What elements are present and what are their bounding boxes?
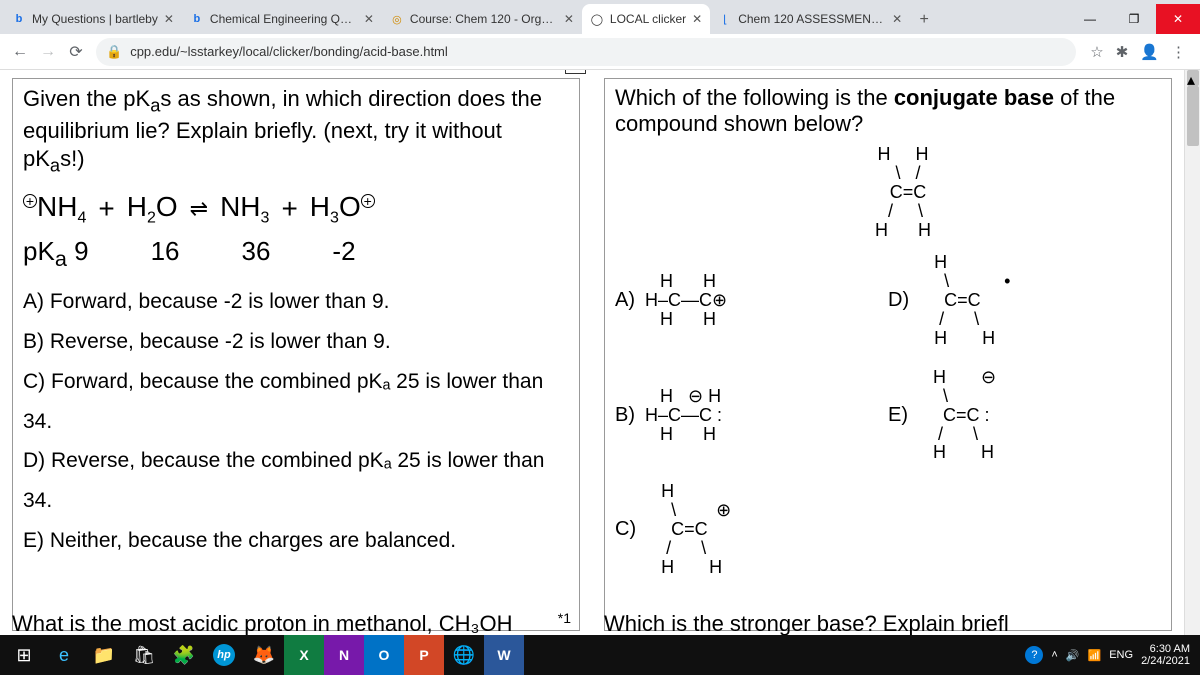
close-icon[interactable]: ✕ — [164, 12, 174, 26]
option-b[interactable]: B) Reverse, because -2 is lower than 9. — [23, 322, 569, 362]
reload-button[interactable]: ⟳ — [62, 38, 90, 66]
extension-icon[interactable]: ✱ — [1116, 43, 1129, 61]
next-slide-peek: What is the most acidic proton in methan… — [12, 611, 513, 637]
menu-icon[interactable]: ⋮ — [1171, 43, 1186, 61]
taskbar-app-chrome[interactable]: 🌐 — [444, 635, 484, 675]
tray-clock[interactable]: 6:30 AM 2/24/2021 — [1141, 643, 1190, 667]
slide-conjugate-base-question: Which of the following is the conjugate … — [592, 70, 1184, 639]
option-d[interactable]: D) Reverse, because the combined pKₐ 25 … — [23, 441, 569, 521]
question-prompt: Which of the following is the conjugate … — [615, 85, 1161, 137]
tray-wifi-icon[interactable]: 📶 — [1088, 649, 1102, 662]
close-icon[interactable]: ✕ — [692, 12, 702, 26]
favicon: ⌊ — [718, 12, 732, 26]
equilibrium-equation: +NH4 + H2O ⇌ NH3 + H3O+ — [23, 191, 569, 228]
tab-course-chem120[interactable]: ◎ Course: Chem 120 - Organic Ch ✕ — [382, 4, 582, 34]
option-a[interactable]: A) Forward, because -2 is lower than 9. — [23, 282, 569, 322]
profile-avatar[interactable]: 👤 — [1140, 43, 1159, 61]
favicon: b — [12, 12, 26, 26]
tab-title: Chem 120 ASSESSMENT - ACID — [738, 12, 886, 26]
option-a[interactable]: A) H H H–C—C⊕ H H — [615, 253, 888, 347]
taskbar-app-hp[interactable]: hp — [204, 635, 244, 675]
system-tray: ? ˄ 🔊 📶 ENG 6:30 AM 2/24/2021 — [1025, 643, 1196, 667]
tab-title: My Questions | bartleby — [32, 12, 158, 26]
tab-local-clicker[interactable]: ◯ LOCAL clicker ✕ — [582, 4, 710, 34]
next-slide-peek: Which is the stronger base? Explain brie… — [604, 611, 1009, 637]
tab-title: LOCAL clicker — [610, 12, 686, 26]
vertical-scrollbar[interactable]: ▴ — [1184, 70, 1200, 655]
windows-taskbar: ⊞ e 📁 🛍 🧩 hp 🦊 X N O P 🌐 W ? ˄ 🔊 📶 ENG 6… — [0, 635, 1200, 675]
favicon: ◯ — [590, 12, 604, 26]
slide-equilibrium-question: *1 Given the pKas as shown, in which dir… — [0, 70, 592, 639]
taskbar-app-puzzle[interactable]: 🧩 — [164, 635, 204, 675]
option-b[interactable]: B) H ⊖ H H–C—C : H H — [615, 368, 888, 462]
new-tab-button[interactable]: + — [910, 6, 938, 34]
answer-options: A) H H H–C—C⊕ H H D) H \ • C=C / \ H H B… — [615, 253, 1161, 576]
tab-title: Chemical Engineering Question — [210, 12, 358, 26]
toolbar-extensions: ☆ ✱ 👤 ⋮ — [1082, 43, 1194, 61]
favicon: ◎ — [390, 12, 404, 26]
window-close-button[interactable]: ✕ — [1156, 4, 1200, 34]
taskbar-app-store[interactable]: 🛍 — [124, 635, 164, 675]
close-icon[interactable]: ✕ — [892, 12, 902, 26]
tray-volume-icon[interactable]: 🔊 — [1066, 649, 1080, 662]
taskbar-app-word[interactable]: W — [484, 635, 524, 675]
close-icon[interactable]: ✕ — [564, 12, 574, 26]
favicon: b — [190, 12, 204, 26]
slide-marker: *1 — [565, 70, 586, 74]
taskbar-app-explorer[interactable]: 📁 — [84, 635, 124, 675]
tray-language[interactable]: ENG — [1109, 649, 1133, 661]
option-e[interactable]: E) Neither, because the charges are bala… — [23, 521, 569, 561]
option-e[interactable]: E) H ⊖ \ C=C : / \ H H — [888, 368, 1161, 462]
address-bar[interactable]: 🔒 cpp.edu/~lsstarkey/local/clicker/bondi… — [96, 38, 1076, 66]
taskbar-app-outlook[interactable]: O — [364, 635, 404, 675]
answer-options: A) Forward, because -2 is lower than 9. … — [23, 282, 569, 561]
window-minimize-button[interactable]: — — [1068, 4, 1112, 34]
slide-marker: *1 — [558, 610, 571, 626]
lock-icon: 🔒 — [106, 44, 122, 60]
taskbar-app-edge[interactable]: e — [44, 635, 84, 675]
window-controls: — ❐ ✕ — [1068, 4, 1200, 34]
close-icon[interactable]: ✕ — [364, 12, 374, 26]
taskbar-app-firefox[interactable]: 🦊 — [244, 635, 284, 675]
tab-chem120-assessment[interactable]: ⌊ Chem 120 ASSESSMENT - ACID ✕ — [710, 4, 910, 34]
taskbar-app-excel[interactable]: X — [284, 635, 324, 675]
back-button[interactable]: ← — [6, 38, 34, 66]
pka-values-row: pKa 9 16 36 -2 — [23, 236, 569, 272]
browser-toolbar: ← → ⟳ 🔒 cpp.edu/~lsstarkey/local/clicker… — [0, 34, 1200, 70]
window-restore-button[interactable]: ❐ — [1112, 4, 1156, 34]
scroll-up-button[interactable]: ▴ — [1187, 70, 1199, 86]
page-viewport: *1 Given the pKas as shown, in which dir… — [0, 70, 1200, 655]
taskbar-app-onenote[interactable]: N — [324, 635, 364, 675]
scroll-thumb[interactable] — [1187, 86, 1199, 146]
browser-tab-strip: b My Questions | bartleby ✕ b Chemical E… — [0, 0, 1200, 34]
star-icon[interactable]: ☆ — [1090, 43, 1103, 61]
tray-chevron-up-icon[interactable]: ˄ — [1051, 649, 1057, 661]
tab-chem-eng-question[interactable]: b Chemical Engineering Question ✕ — [182, 4, 382, 34]
given-structure: H H \ / C=C / \ H H — [615, 145, 1161, 239]
forward-button[interactable]: → — [34, 38, 62, 66]
tab-title: Course: Chem 120 - Organic Ch — [410, 12, 558, 26]
option-c[interactable]: C) Forward, because the combined pKₐ 25 … — [23, 362, 569, 442]
tray-help-icon[interactable]: ? — [1025, 646, 1043, 664]
option-d[interactable]: D) H \ • C=C / \ H H — [888, 253, 1161, 347]
url-text: cpp.edu/~lsstarkey/local/clicker/bonding… — [130, 44, 448, 59]
taskbar-app-powerpoint[interactable]: P — [404, 635, 444, 675]
start-button[interactable]: ⊞ — [4, 635, 44, 675]
question-prompt: Given the pKas as shown, in which direct… — [23, 85, 569, 177]
option-c[interactable]: C) H \ ⊕ C=C / \ H H — [615, 482, 888, 576]
tab-bartleby-questions[interactable]: b My Questions | bartleby ✕ — [4, 4, 182, 34]
